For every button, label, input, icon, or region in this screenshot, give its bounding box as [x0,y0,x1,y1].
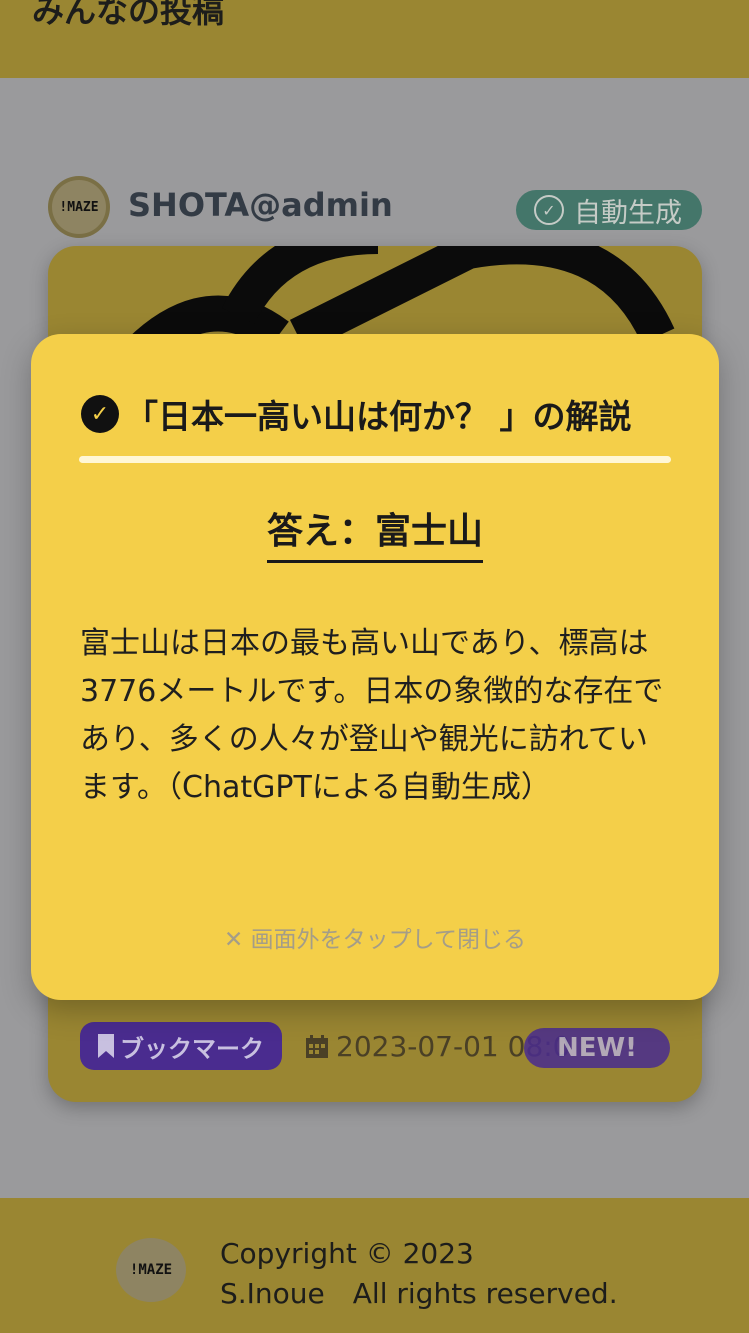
rights-line: S.Inoue All rights reserved. [220,1277,618,1310]
answer-text: 答え：富士山 [266,502,483,563]
divider [79,456,671,463]
new-badge: NEW! [524,1028,670,1068]
explanation-text: 富士山は日本の最も高い山であり、標高は3776メートルです。日本の象徴的な存在で… [80,626,664,805]
footer: !MAZE Copyright © 2023 S.Inoue All right… [0,1198,749,1333]
auto-generated-badge: ✓ 自動生成 [516,190,702,230]
modal-title-text: 「日本一高い山は何か？ 」の解説 [125,397,632,436]
check-circle-icon: ✓ [534,195,564,225]
close-hint[interactable]: ✕ 画面外をタップして閉じる [31,920,719,954]
bookmark-button[interactable]: ブックマーク [80,1022,282,1070]
close-hint-text: 画面外をタップして閉じる [250,927,526,953]
close-icon: ✕ [224,927,244,953]
calendar-icon [306,1034,328,1058]
avatar[interactable]: !MAZE [48,176,110,238]
bookmark-label: ブックマーク [120,1034,264,1063]
auto-generated-label: 自動生成 [574,197,682,229]
page-title: みんなの投稿 [32,0,225,30]
avatar-logo-text: !MAZE [52,180,106,234]
app-header: みんなの投稿 [0,0,749,78]
check-circle-icon: ✓ [81,395,119,433]
bookmark-icon [98,1034,114,1058]
footer-logo: !MAZE [116,1238,186,1302]
explanation-modal: ✓ 「日本一高い山は何か？ 」の解説 答え：富士山 富士山は日本の最も高い山であ… [31,334,719,1000]
username[interactable]: SHOTA@admin [128,186,393,224]
answer: 答え：富士山 [31,502,719,563]
copyright-line: Copyright © 2023 [220,1237,474,1270]
copyright: Copyright © 2023 S.Inoue All rights rese… [220,1234,618,1314]
modal-title: ✓ 「日本一高い山は何か？ 」の解説 [81,390,632,438]
